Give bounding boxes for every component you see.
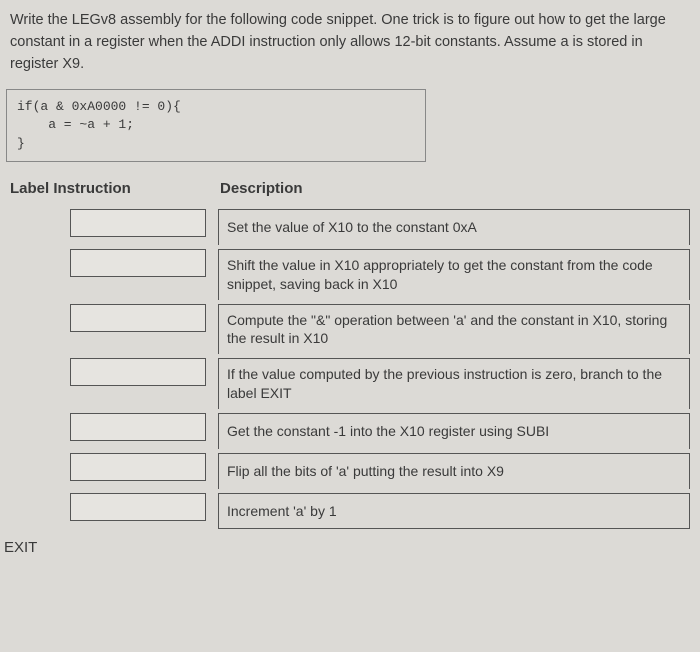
code-line: } bbox=[17, 135, 415, 153]
description-cell: Flip all the bits of 'a' putting the res… bbox=[218, 453, 690, 489]
table-row: Increment 'a' by 1 bbox=[10, 493, 690, 529]
description-cell: Get the constant -1 into the X10 registe… bbox=[218, 413, 690, 449]
table-headers: Label Instruction Description bbox=[6, 180, 694, 197]
instruction-input[interactable] bbox=[70, 413, 206, 441]
table-row: Shift the value in X10 appropriately to … bbox=[10, 249, 690, 300]
description-cell: Increment 'a' by 1 bbox=[218, 493, 690, 529]
description-cell: Set the value of X10 to the constant 0xA bbox=[218, 209, 690, 245]
instruction-input[interactable] bbox=[70, 209, 206, 237]
header-description: Description bbox=[220, 180, 303, 197]
table-row: Set the value of X10 to the constant 0xA bbox=[10, 209, 690, 245]
table-row: Flip all the bits of 'a' putting the res… bbox=[10, 453, 690, 489]
description-cell: Compute the "&" operation between 'a' an… bbox=[218, 304, 690, 355]
question-prompt: Write the LEGv8 assembly for the followi… bbox=[6, 10, 694, 75]
code-snippet: if(a & 0xA0000 != 0){ a = ~a + 1; } bbox=[6, 89, 426, 162]
exit-label: EXIT bbox=[4, 539, 694, 556]
instruction-input[interactable] bbox=[70, 453, 206, 481]
instruction-input[interactable] bbox=[70, 304, 206, 332]
instruction-input[interactable] bbox=[70, 493, 206, 521]
table-row: Get the constant -1 into the X10 registe… bbox=[10, 413, 690, 449]
code-line: if(a & 0xA0000 != 0){ bbox=[17, 98, 415, 116]
table-row: Compute the "&" operation between 'a' an… bbox=[10, 304, 690, 355]
description-cell: Shift the value in X10 appropriately to … bbox=[218, 249, 690, 300]
instruction-input[interactable] bbox=[70, 249, 206, 277]
description-cell: If the value computed by the previous in… bbox=[218, 358, 690, 409]
header-label-instruction: Label Instruction bbox=[10, 180, 220, 197]
code-line: a = ~a + 1; bbox=[17, 116, 415, 134]
instruction-input[interactable] bbox=[70, 358, 206, 386]
table-row: If the value computed by the previous in… bbox=[10, 358, 690, 409]
instruction-table: Set the value of X10 to the constant 0xA… bbox=[6, 209, 694, 529]
